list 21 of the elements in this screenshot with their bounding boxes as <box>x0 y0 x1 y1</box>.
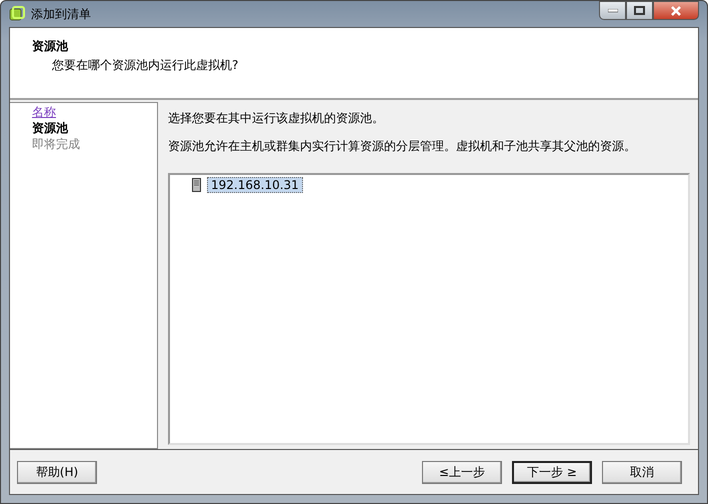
minimize-button[interactable] <box>599 1 626 20</box>
instruction-text: 选择您要在其中运行该虚拟机的资源池。 <box>168 110 385 127</box>
window-title: 添加到清单 <box>31 6 92 22</box>
minimize-icon <box>608 8 618 12</box>
wizard-step: 即将完成 <box>32 136 157 152</box>
back-button[interactable]: ≤上一步 <box>422 460 502 484</box>
next-button[interactable]: 下一步 ≥ <box>512 460 592 484</box>
cancel-button[interactable]: 取消 <box>602 460 682 484</box>
server-icon <box>192 178 201 192</box>
page-subtitle: 您要在哪个资源池内运行此虚拟机? <box>51 57 240 74</box>
page-title: 资源池 <box>32 38 69 55</box>
maximize-icon <box>634 6 645 15</box>
close-icon <box>670 6 682 16</box>
wizard-step: 资源池 <box>32 120 157 136</box>
wizard-step[interactable]: 名称 <box>32 104 157 120</box>
help-button[interactable]: 帮助(H) <box>17 460 97 484</box>
tree-item[interactable]: 192.168.10.31 <box>207 177 303 193</box>
app-logo-icon <box>9 6 25 22</box>
description-text: 资源池允许在主机或群集内实行计算资源的分层管理。虚拟机和子池共享其父池的资源。 <box>168 138 637 155</box>
maximize-button[interactable] <box>626 1 653 20</box>
close-button[interactable] <box>653 1 699 20</box>
